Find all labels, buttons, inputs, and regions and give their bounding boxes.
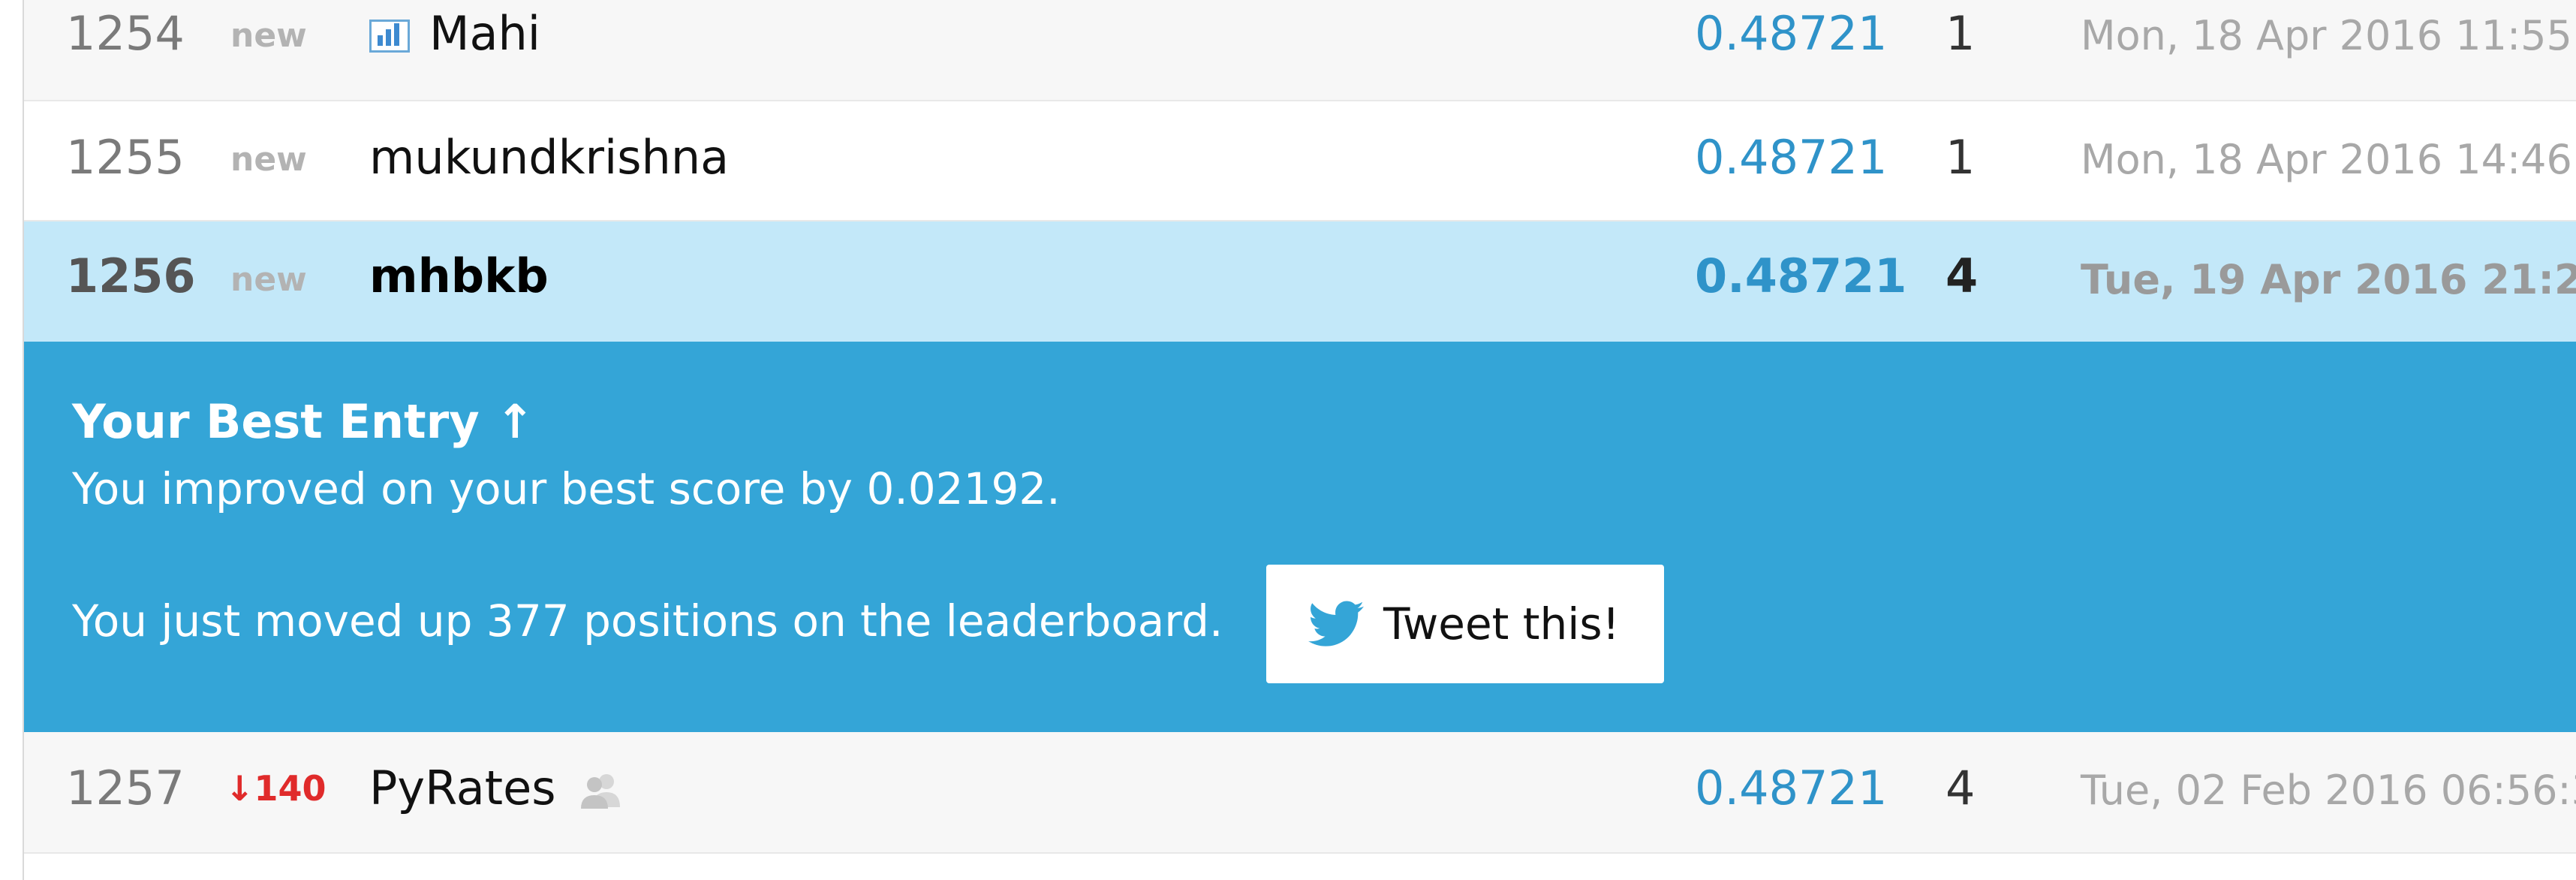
bar-chart-icon[interactable] (369, 20, 410, 53)
last-submission-cell: Tue, 19 Apr 2016 21:25:2 (2081, 256, 2576, 303)
score-cell: 0.48721 (1695, 249, 1907, 303)
score-cell: 0.48721 (1695, 130, 1888, 185)
table-row: 1254 new Mahi 0.48721 1 Mon, 18 Apr 2016… (24, 0, 2576, 101)
team-name-link[interactable]: mhbkb (369, 249, 549, 303)
table-row: 1257 ↓140 PyRates 0.48721 4 Tue, 02 Feb … (24, 732, 2576, 854)
rank-cell: 1255 (66, 130, 185, 185)
rank-cell: 1256 (66, 249, 196, 303)
team-name-link[interactable]: PyRates (369, 761, 556, 815)
score-cell: 0.48721 (1695, 761, 1888, 815)
rank-cell: 1257 (66, 761, 185, 815)
delta-cell: ↓140 (225, 768, 327, 809)
leaderboard-page: 1254 new Mahi 0.48721 1 Mon, 18 Apr 2016… (0, 0, 2576, 880)
team-members-icon[interactable] (578, 771, 623, 810)
delta-cell: new (230, 17, 307, 55)
rank-cell: 1254 (66, 6, 185, 61)
tweet-button[interactable]: Tweet this! (1266, 565, 1664, 683)
delta-cell: new (230, 140, 307, 179)
best-entry-banner: Your Best Entry ↑ You improved on your b… (24, 342, 2576, 732)
entries-cell: 1 (1946, 6, 1976, 61)
best-entry-improvement: You improved on your best score by 0.021… (72, 463, 1061, 514)
entries-cell: 1 (1946, 130, 1976, 185)
delta-cell: new (230, 261, 307, 299)
last-submission-cell: Tue, 02 Feb 2016 06:56:30 (2081, 767, 2576, 814)
best-entry-moved: You just moved up 377 positions on the l… (72, 595, 1223, 646)
score-cell: 0.48721 (1695, 6, 1888, 61)
twitter-bird-icon (1308, 601, 1364, 646)
entries-cell: 4 (1946, 761, 1976, 815)
entries-cell: 4 (1946, 249, 1979, 303)
table-row-current-user: 1256 new mhbkb 0.48721 4 Tue, 19 Apr 201… (24, 222, 2576, 342)
best-entry-title: Your Best Entry ↑ (72, 394, 535, 449)
last-submission-cell: Mon, 18 Apr 2016 11:55:4 (2081, 12, 2576, 59)
team-name-link[interactable]: Mahi (429, 6, 540, 61)
tweet-button-label: Tweet this! (1383, 598, 1620, 649)
team-name-link[interactable]: mukundkrishna (369, 130, 729, 185)
table-row: 1255 new mukundkrishna 0.48721 1 Mon, 18… (24, 101, 2576, 222)
last-submission-cell: Mon, 18 Apr 2016 14:46:1 (2081, 136, 2576, 183)
